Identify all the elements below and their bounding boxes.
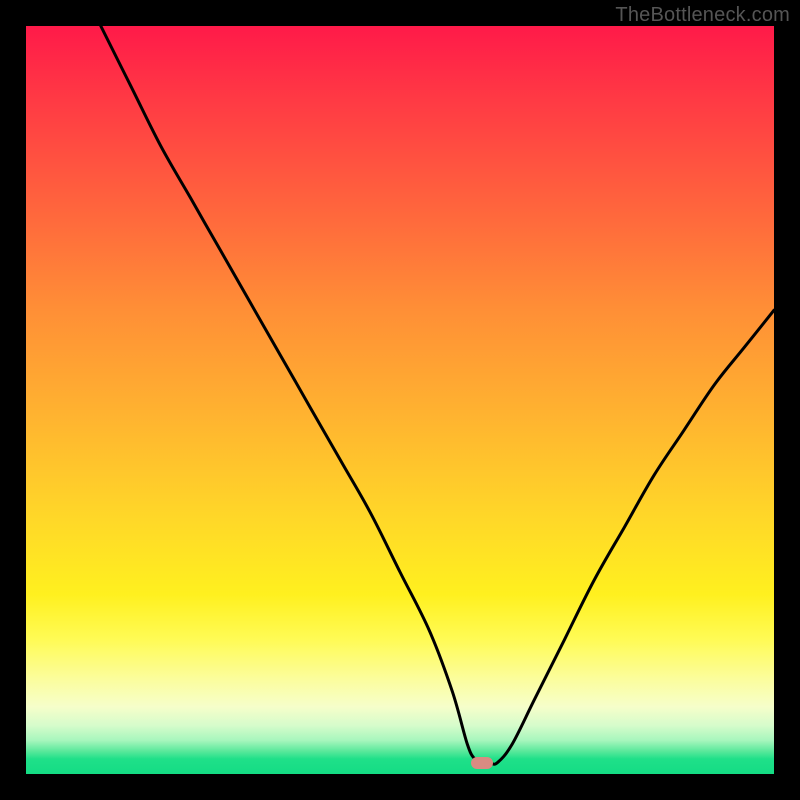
optimal-point-marker	[471, 757, 493, 769]
bottleneck-curve-path	[101, 26, 774, 764]
watermark-text: TheBottleneck.com	[615, 4, 790, 27]
plot-area	[26, 26, 774, 774]
chart-frame: TheBottleneck.com	[0, 0, 800, 800]
bottleneck-curve-svg	[26, 26, 774, 774]
